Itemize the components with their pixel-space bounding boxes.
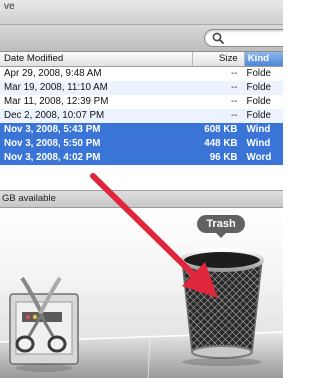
list-empty-area: [0, 178, 283, 190]
column-header-row: Date Modified Size Kind: [0, 52, 283, 67]
screen: ve Date Modified Size Kind Apr 29, 2008,…: [0, 0, 283, 378]
search-field[interactable]: [204, 29, 283, 47]
file-kind: Wind: [246, 124, 271, 135]
column-header-date-modified[interactable]: Date Modified: [0, 52, 193, 66]
file-list: Date Modified Size Kind Apr 29, 2008, 9:…: [0, 52, 283, 178]
file-date: Nov 3, 2008, 5:50 PM: [4, 138, 101, 149]
file-kind: Wind: [246, 138, 271, 149]
file-date: Dec 2, 2008, 10:07 PM: [4, 110, 105, 121]
column-header-kind[interactable]: Kind: [244, 52, 283, 66]
file-size: --: [230, 96, 238, 107]
file-size: --: [230, 68, 238, 79]
trash-tooltip: Trash: [197, 215, 245, 238]
file-size: 96 KB: [209, 152, 238, 163]
file-kind: Folde: [246, 68, 272, 79]
window-toolbar: [0, 25, 283, 52]
file-kind: Folde: [246, 82, 272, 93]
file-size: --: [230, 110, 238, 121]
file-date: Apr 29, 2008, 9:48 AM: [4, 68, 102, 79]
file-row-selected[interactable]: Nov 3, 2008, 5:50 PM 448 KB Wind: [0, 137, 283, 151]
screenshot-scissors-icon[interactable]: [8, 268, 80, 376]
file-date: Nov 3, 2008, 5:43 PM: [4, 124, 101, 135]
file-kind: Word: [246, 152, 272, 163]
column-header-size[interactable]: Size: [193, 52, 245, 66]
status-bar: GB available: [0, 190, 283, 208]
window-titlebar[interactable]: ve: [0, 0, 283, 25]
file-row[interactable]: Mar 19, 2008, 11:10 AM -- Folde: [0, 81, 283, 95]
file-row[interactable]: Dec 2, 2008, 10:07 PM -- Folde: [0, 109, 283, 123]
file-size: --: [230, 82, 238, 93]
file-kind: Folde: [246, 96, 272, 107]
search-icon: [212, 32, 224, 44]
file-date: Nov 3, 2008, 4:02 PM: [4, 152, 101, 163]
file-kind: Folde: [246, 110, 272, 121]
file-date: Mar 11, 2008, 12:39 PM: [4, 96, 109, 107]
file-row-selected[interactable]: Nov 3, 2008, 4:02 PM 96 KB Word: [0, 151, 283, 165]
file-row-selected[interactable]: Nov 3, 2008, 5:43 PM 608 KB Wind: [0, 123, 283, 137]
file-date: Mar 19, 2008, 11:10 AM: [4, 82, 108, 93]
trash-icon[interactable]: [176, 240, 268, 370]
window-title: ve: [4, 1, 15, 12]
file-size: 448 KB: [204, 138, 238, 149]
file-row[interactable]: Mar 11, 2008, 12:39 PM -- Folde: [0, 95, 283, 109]
file-size: 608 KB: [204, 124, 238, 135]
file-row[interactable]: Apr 29, 2008, 9:48 AM -- Folde: [0, 67, 283, 81]
available-space-label: GB available: [2, 193, 56, 204]
